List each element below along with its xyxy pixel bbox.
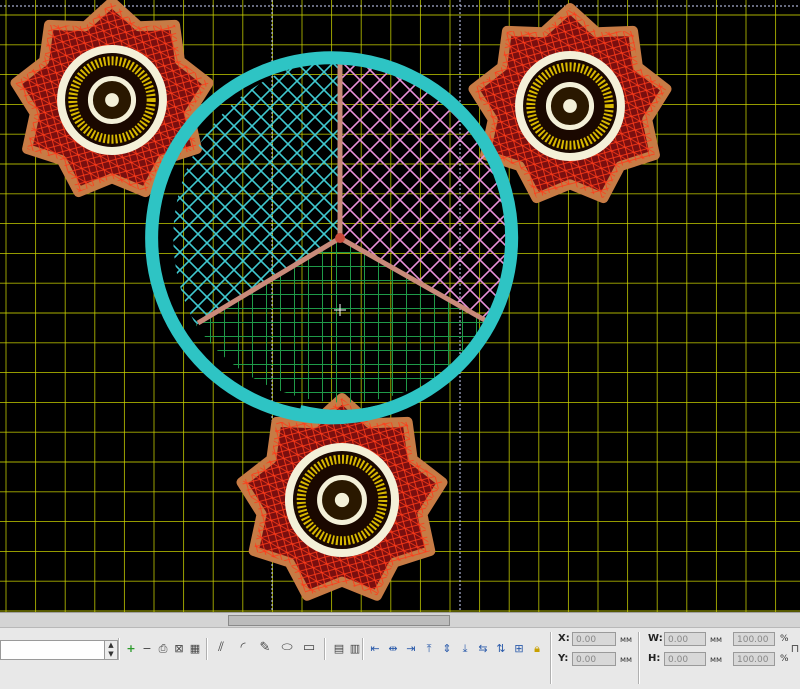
flower-center [105, 93, 119, 107]
w-percent-field[interactable]: 100.00 [733, 632, 775, 646]
y-field[interactable]: 0.00 [572, 652, 616, 666]
arc-icon[interactable]: ◜ [236, 641, 250, 655]
h-label: H: [648, 653, 661, 664]
horizontal-scrollbar[interactable] [0, 612, 800, 627]
flower-center [563, 99, 577, 113]
add-icon[interactable]: + [124, 642, 138, 656]
stitch-combo[interactable]: ▲ ▼ [0, 640, 118, 660]
frame-icon[interactable]: ⊠ [172, 642, 186, 656]
h-field[interactable]: 0.00 [664, 652, 706, 666]
satin-line-icon[interactable]: ⫽ [214, 641, 228, 655]
flower-center [334, 492, 350, 508]
freehand-icon[interactable]: ✎ [258, 641, 272, 655]
medallion-center [335, 233, 345, 243]
print-icon[interactable]: ⎙ [156, 642, 170, 656]
toolbar-separator [550, 632, 552, 684]
toolbar-separator [362, 638, 364, 660]
group-icon[interactable]: ▤ [332, 642, 346, 656]
toolbar-separator [324, 638, 326, 660]
align-left-icon[interactable]: ⇤ [368, 642, 382, 656]
align-bottom-icon[interactable]: ⤓ [458, 642, 472, 656]
toolbar-separator [638, 632, 640, 684]
align-middle-icon[interactable]: ⇕ [440, 642, 454, 656]
ellipse-icon[interactable]: ⬭ [280, 641, 294, 655]
combo-spinner[interactable]: ▲ ▼ [104, 641, 117, 659]
embroidery-design[interactable] [0, 0, 800, 612]
central-medallion [145, 51, 519, 425]
align-right-icon[interactable]: ⇥ [404, 642, 418, 656]
remove-icon[interactable]: − [140, 642, 154, 656]
scrollbar-thumb[interactable] [228, 615, 450, 626]
toolbar-separator [206, 638, 208, 660]
w-field[interactable]: 0.00 [664, 632, 706, 646]
stitch-view-icon[interactable]: ▦ [188, 642, 202, 656]
rectangle-icon[interactable]: ▭ [302, 641, 316, 655]
h-unit: мм [710, 655, 723, 664]
x-label: X: [558, 633, 570, 644]
embroidery-canvas[interactable] [0, 0, 800, 612]
align-center-icon[interactable]: ⇹ [386, 642, 400, 656]
w-label: W: [648, 633, 663, 644]
bottom-toolbar: ▲ ▼ + − ⎙ ⊠ ▦ ⫽ ◜ ✎ ⬭ ▭ ▤ ▥ ⇤ ⇹ ⇥ ⤒ ⇕ ⤓ ⇆… [0, 627, 800, 689]
lock-icon[interactable]: 🔒︎ [530, 642, 544, 656]
x-unit: мм [620, 635, 633, 644]
h-percent-field[interactable]: 100.00 [733, 652, 775, 666]
y-unit: мм [620, 655, 633, 664]
distribute-h-icon[interactable]: ⇆ [476, 642, 490, 656]
h-percent-sign: % [780, 654, 789, 664]
medallion-point [298, 405, 382, 420]
ungroup-icon[interactable]: ▥ [348, 642, 362, 656]
same-size-icon[interactable]: ⊞ [512, 642, 526, 656]
flower-bottom [236, 393, 448, 601]
align-top-icon[interactable]: ⤒ [422, 642, 436, 656]
distribute-v-icon[interactable]: ⇅ [494, 642, 508, 656]
w-unit: мм [710, 635, 723, 644]
x-field[interactable]: 0.00 [572, 632, 616, 646]
w-percent-sign: % [780, 634, 789, 644]
proportion-lock-icon[interactable]: ⊓ [790, 642, 800, 656]
toolbar-separator [118, 638, 120, 660]
y-label: Y: [558, 653, 569, 664]
